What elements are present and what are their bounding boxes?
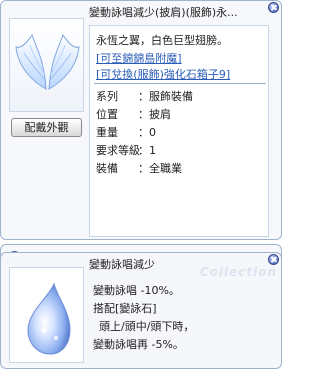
card-effect-line: 頭上/頭中/頭下時， [99,320,195,333]
item-description: 永恆之翼，白色巨型翅膀。 [96,34,228,47]
divider [94,83,266,84]
item-description-box: 永恆之翼，白色巨型翅膀。 [可至錦錦島附魔] [可兌換(服飾)強化石箱子9] 系… [89,25,269,237]
card-info-window: 變動詠唱減少 Collection 變動詠唱 -10%。 搭配[變詠石] 頭上/… [0,252,282,369]
item-info-window: 變動詠唱減少(披肩)(服飾)永... 配戴外觀 永恆之翼，白色巨型翅膀。 [可至… [0,0,282,240]
card-effect-line: 搭配[變詠石] [93,302,157,315]
close-item-window-button[interactable] [268,2,279,13]
card-effect-line: 變動詠唱 -10%。 [93,284,180,297]
collection-watermark: Collection [199,265,277,279]
card-title: 變動詠唱減少 [89,258,155,271]
item-image [9,18,84,112]
card-image [9,267,84,363]
item-title: 變動詠唱減少(披肩)(服飾)永... [89,6,238,19]
attr-required-level: 要求等級：1 [96,144,156,157]
attr-equip-class: 裝備 ：全職業 [96,162,182,175]
link-exchange[interactable]: [可兌換(服飾)強化石箱子9] [96,66,230,82]
attr-position: 位置 ：披肩 [96,108,171,121]
water-drop-icon [27,282,71,355]
card-effect-line: 變動詠唱再 -5%。 [93,338,184,351]
attr-series: 系列 ：服飾裝備 [96,90,193,103]
equip-appearance-button[interactable]: 配戴外觀 [11,118,82,137]
angel-wings-icon [15,33,80,90]
link-enchant[interactable]: [可至錦錦島附魔] [96,50,182,66]
attr-weight: 重量 ：0 [96,126,156,139]
close-card-window-button[interactable] [268,254,279,265]
